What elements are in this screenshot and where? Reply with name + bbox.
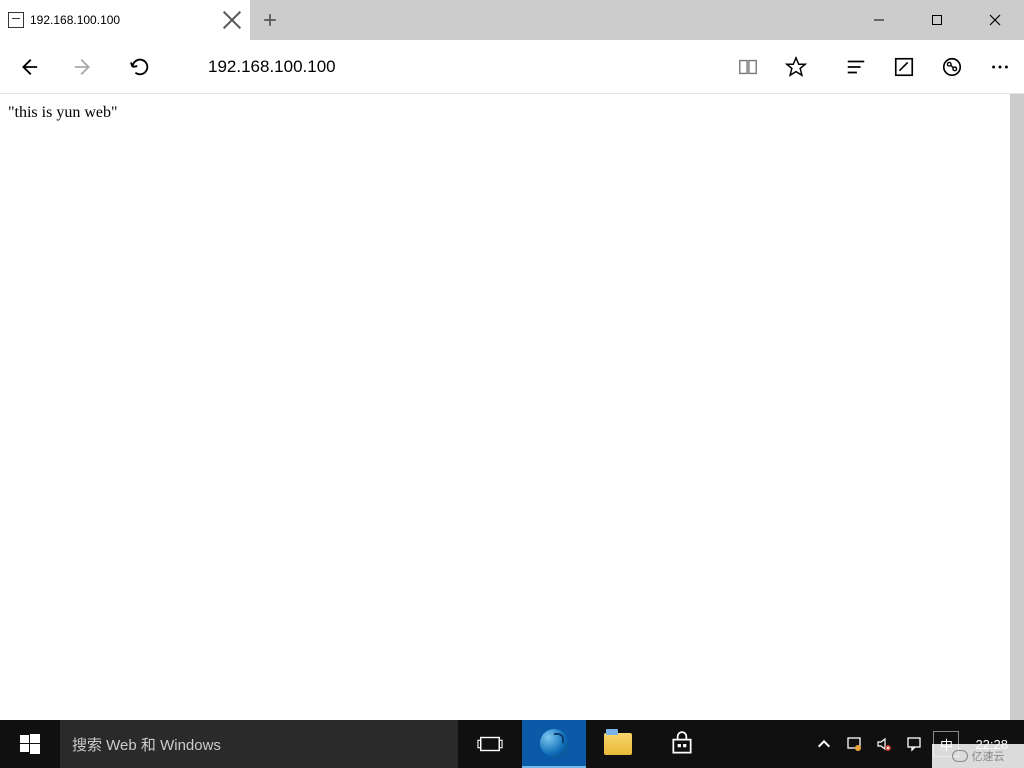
back-icon xyxy=(17,56,39,78)
more-icon xyxy=(989,56,1011,78)
page-icon xyxy=(8,12,24,28)
window-minimize-button[interactable] xyxy=(850,0,908,40)
start-button[interactable] xyxy=(0,720,60,768)
watermark: 亿速云 xyxy=(932,744,1024,768)
address-bar[interactable]: 192.168.100.100 xyxy=(168,40,724,94)
taskbar-spacer xyxy=(714,720,813,768)
forward-icon xyxy=(73,56,95,78)
refresh-button[interactable] xyxy=(112,40,168,94)
star-icon xyxy=(785,56,807,78)
plus-icon xyxy=(263,13,277,27)
tray-notification-warning[interactable] xyxy=(843,720,865,768)
refresh-icon xyxy=(129,56,151,78)
taskbar-app-store[interactable] xyxy=(650,720,714,768)
windows-icon xyxy=(20,734,40,754)
lines-icon xyxy=(845,56,867,78)
favorite-button[interactable] xyxy=(772,40,820,94)
watermark-text: 亿速云 xyxy=(972,748,1005,764)
action-center-button[interactable] xyxy=(903,720,925,768)
browser-tab[interactable]: 192.168.100.100 xyxy=(0,0,250,40)
minimize-icon xyxy=(873,14,885,26)
browser-titlebar: 192.168.100.100 xyxy=(0,0,1024,40)
tab-title: 192.168.100.100 xyxy=(30,13,222,27)
action-center-icon xyxy=(906,736,922,752)
taskbar-search[interactable]: 搜索 Web 和 Windows xyxy=(60,720,458,768)
back-button[interactable] xyxy=(0,40,56,94)
taskbar-app-edge[interactable] xyxy=(522,720,586,768)
page-body-text: "this is yun web" xyxy=(8,104,118,121)
maximize-icon xyxy=(931,14,943,26)
scrollbar-thumb[interactable] xyxy=(1010,94,1024,720)
webnote-button[interactable] xyxy=(880,40,928,94)
search-placeholder: 搜索 Web 和 Windows xyxy=(72,734,221,755)
volume-muted-icon xyxy=(876,736,892,752)
vertical-scrollbar[interactable] xyxy=(1010,94,1024,720)
reading-view-button[interactable] xyxy=(724,40,772,94)
task-view-button[interactable] xyxy=(458,720,522,768)
close-icon xyxy=(989,14,1001,26)
window-close-button[interactable] xyxy=(966,0,1024,40)
share-icon xyxy=(941,56,963,78)
browser-toolbar: 192.168.100.100 xyxy=(0,40,1024,94)
book-icon xyxy=(737,56,759,78)
taskbar-app-file-explorer[interactable] xyxy=(586,720,650,768)
window-maximize-button[interactable] xyxy=(908,0,966,40)
folder-icon xyxy=(604,733,632,755)
store-icon xyxy=(669,731,695,757)
more-button[interactable] xyxy=(976,40,1024,94)
close-icon xyxy=(222,10,242,30)
cloud-icon xyxy=(952,750,968,762)
edge-icon xyxy=(540,729,568,757)
new-tab-button[interactable] xyxy=(250,0,290,40)
taskview-icon xyxy=(477,734,503,754)
tray-volume[interactable] xyxy=(873,720,895,768)
share-button[interactable] xyxy=(928,40,976,94)
tray-overflow-button[interactable] xyxy=(813,720,835,768)
chevron-up-icon xyxy=(816,736,832,752)
address-text: 192.168.100.100 xyxy=(208,57,336,77)
tab-close-button[interactable] xyxy=(222,10,242,30)
page-content: "this is yun web" xyxy=(0,94,1024,720)
windows-taskbar: 搜索 Web 和 Windows 中 22:28 xyxy=(0,720,1024,768)
hub-button[interactable] xyxy=(832,40,880,94)
forward-button[interactable] xyxy=(56,40,112,94)
note-icon xyxy=(893,56,915,78)
notification-warning-icon xyxy=(846,736,862,752)
titlebar-drag-area[interactable] xyxy=(290,0,850,40)
